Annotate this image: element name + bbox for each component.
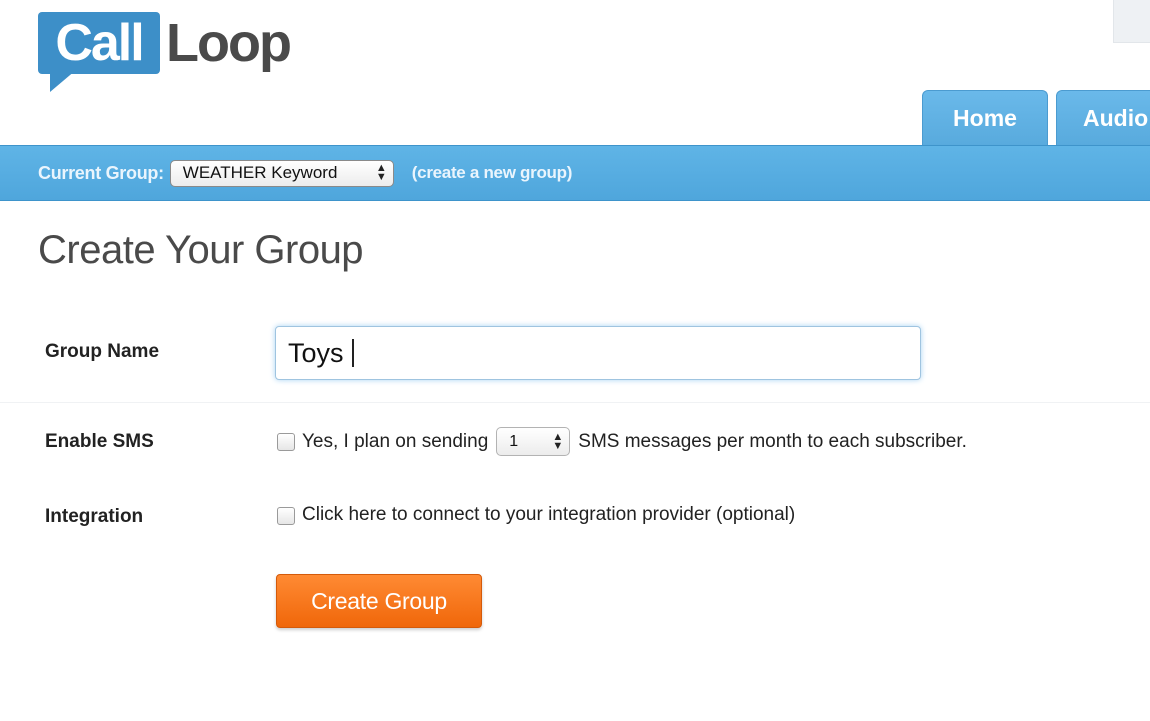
integration-text[interactable]: Click here to connect to your integratio…	[302, 504, 795, 526]
text-cursor	[351, 339, 354, 367]
select-updown-icon: ▲ ▼	[375, 162, 387, 183]
form-divider	[0, 402, 1150, 403]
current-group-select[interactable]: WEATHER Keyword ▲ ▼	[169, 159, 394, 187]
logo-speech-bubble: Call	[38, 12, 160, 74]
logo-loop-text: Loop	[166, 13, 292, 73]
main-tabs: Home Audio	[922, 90, 1150, 146]
enable-sms-label: Enable SMS	[45, 431, 154, 452]
enable-sms-checkbox[interactable]	[277, 433, 295, 451]
create-new-group-link[interactable]: (create a new group)	[412, 163, 573, 183]
create-group-button[interactable]: Create Group	[276, 574, 482, 628]
current-group-bar: Current Group: WEATHER Keyword ▲ ▼ (creat…	[0, 145, 1150, 201]
select-updown-icon: ▲ ▼	[552, 430, 564, 452]
sms-plan-prefix: Yes, I plan on sending	[302, 430, 489, 452]
top-right-panel	[1113, 0, 1150, 43]
logo-bubble-tail	[50, 70, 76, 92]
sms-plan-suffix: SMS messages per month to each subscribe…	[578, 430, 967, 452]
tab-home[interactable]: Home	[922, 90, 1048, 146]
sms-count-value: 1	[509, 432, 519, 450]
tab-audio[interactable]: Audio	[1056, 90, 1150, 146]
group-name-value: Toys	[288, 337, 344, 368]
current-group-value: WEATHER Keyword	[182, 163, 338, 182]
sms-count-select[interactable]: 1 ▲ ▼	[496, 427, 571, 456]
page-title: Create Your Group	[38, 228, 364, 272]
integration-label: Integration	[45, 506, 144, 527]
sms-plan-line: Yes, I plan on sending 1 ▲ ▼ SMS messages…	[302, 427, 967, 456]
group-name-label: Group Name	[45, 341, 160, 362]
current-group-label: Current Group:	[38, 162, 164, 183]
group-name-input[interactable]: Toys	[275, 326, 921, 380]
integration-checkbox[interactable]	[277, 507, 295, 525]
logo-call-text: Call	[55, 14, 144, 72]
page: Call Loop Home Audio Current Group: WEAT…	[0, 0, 1150, 721]
